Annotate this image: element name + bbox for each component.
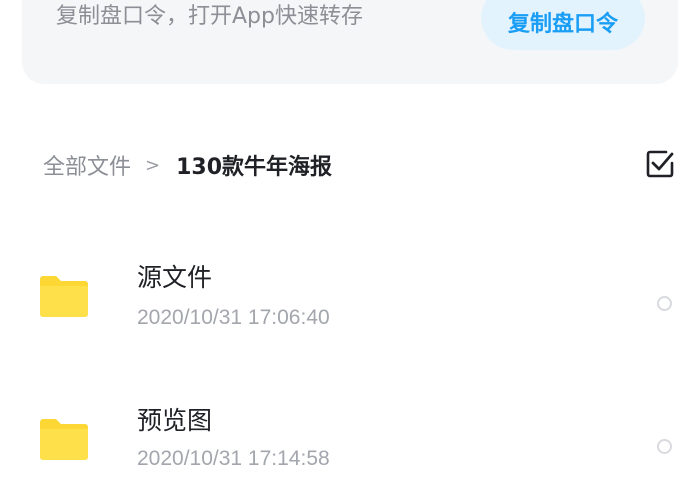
file-time: 2020/10/31 17:14:58 [137,447,330,470]
copy-share-code-button[interactable]: 复制盘口令 [481,0,645,50]
file-row[interactable]: 源文件 2020/10/31 17:06:40 [0,246,700,356]
breadcrumb-current: 130款牛年海报 [176,155,333,180]
file-row[interactable]: 预览图 2020/10/31 17:14:58 [0,389,700,499]
folder-icon [40,418,88,460]
folder-icon [40,275,88,317]
share-tip: 复制盘口令，打开App快速转存 [56,4,363,29]
checkbox-checked-icon[interactable] [645,149,675,179]
file-name: 源文件 [137,263,213,292]
radio-circle-icon[interactable] [657,439,672,454]
breadcrumb-root[interactable]: 全部文件 [43,149,131,181]
breadcrumb-separator: > [145,154,161,176]
radio-circle-icon[interactable] [657,296,672,311]
file-time: 2020/10/31 17:06:40 [137,306,330,329]
file-name: 预览图 [137,406,213,435]
breadcrumb: 全部文件 > 130款牛年海报 [43,148,332,182]
